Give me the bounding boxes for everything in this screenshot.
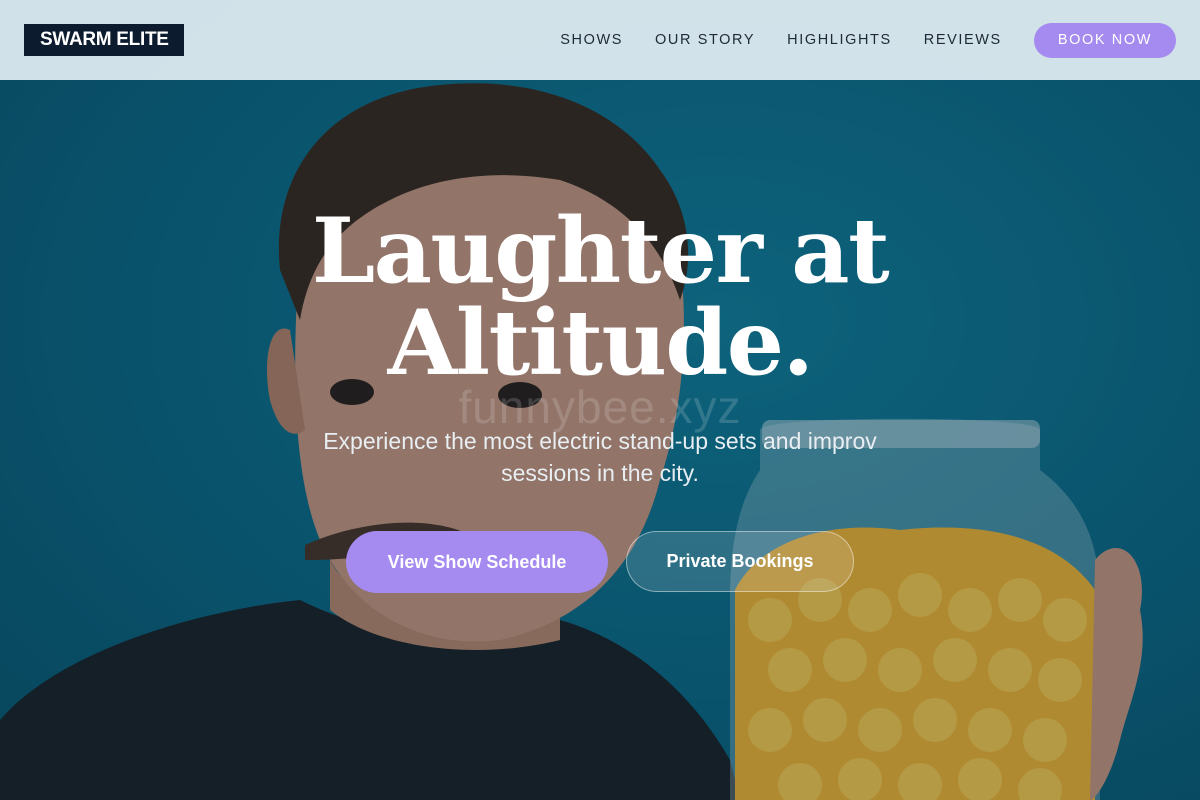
nav-menu: SHOWS OUR STORY HIGHLIGHTS REVIEWS BOOK … <box>560 22 1176 58</box>
hero-headline: Laughter at Altitude. <box>311 198 890 396</box>
hero-cta-row: View Show Schedule Private Bookings <box>0 531 1200 593</box>
brand-logo[interactable]: SWARM ELITE <box>24 24 184 56</box>
nav-link-highlights[interactable]: HIGHLIGHTS <box>787 32 892 48</box>
top-navbar: SWARM ELITE SHOWS OUR STORY HIGHLIGHTS R… <box>0 0 1200 80</box>
hero-subtitle: Experience the most electric stand-up se… <box>323 428 877 486</box>
nav-link-shows[interactable]: SHOWS <box>560 32 623 48</box>
book-now-button[interactable]: BOOK NOW <box>1033 22 1176 58</box>
page: SWARM ELITE SHOWS OUR STORY HIGHLIGHTS R… <box>0 0 1200 800</box>
private-bookings-button[interactable]: Private Bookings <box>626 531 854 592</box>
nav-link-reviews[interactable]: REVIEWS <box>924 32 1002 48</box>
nav-link-our-story[interactable]: OUR STORY <box>655 32 755 48</box>
view-show-schedule-button[interactable]: View Show Schedule <box>346 531 608 593</box>
hero-content: Laughter at Altitude. Experience the mos… <box>0 205 1200 593</box>
